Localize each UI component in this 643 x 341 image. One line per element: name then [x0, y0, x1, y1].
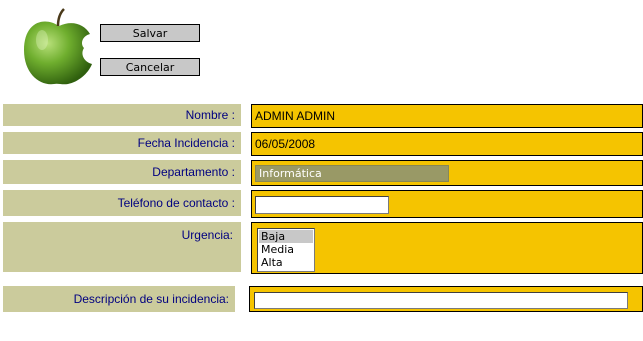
telefono-field: [251, 190, 643, 218]
cancel-button[interactable]: Cancelar: [100, 58, 200, 76]
save-button[interactable]: Salvar: [100, 24, 200, 42]
fecha-label: Fecha Incidencia :: [3, 132, 241, 154]
departamento-label: Departamento :: [3, 160, 241, 184]
telefono-label: Teléfono de contacto :: [3, 190, 241, 216]
descripcion-input[interactable]: [254, 292, 628, 309]
departamento-label-text: Departamento :: [152, 165, 235, 179]
telefono-label-text: Teléfono de contacto :: [117, 196, 235, 210]
descripcion-label-text: Descripción de su incidencia:: [73, 292, 229, 306]
apple-logo-icon: [22, 8, 96, 88]
fecha-value: 06/05/2008: [255, 137, 316, 151]
urgencia-field: Baja Media Alta: [251, 222, 643, 274]
nombre-label: Nombre :: [3, 104, 241, 126]
telefono-input[interactable]: [255, 196, 389, 214]
departamento-select[interactable]: Informática: [255, 165, 449, 182]
nombre-value: ADMIN ADMIN: [255, 109, 336, 123]
nombre-field: ADMIN ADMIN: [251, 104, 643, 128]
descripcion-field: [249, 286, 643, 312]
descripcion-label: Descripción de su incidencia:: [3, 286, 235, 312]
urgencia-option[interactable]: Baja: [259, 230, 313, 243]
fecha-label-text: Fecha Incidencia :: [137, 136, 235, 150]
urgencia-listbox[interactable]: Baja Media Alta: [257, 228, 315, 272]
urgencia-option[interactable]: Media: [259, 243, 313, 256]
nombre-label-text: Nombre :: [185, 108, 235, 122]
urgencia-option[interactable]: Alta: [259, 256, 313, 269]
urgencia-label-text: Urgencia:: [181, 228, 233, 242]
departamento-field: Informática: [251, 160, 643, 186]
urgencia-label: Urgencia:: [3, 222, 241, 272]
fecha-field: 06/05/2008: [251, 132, 643, 156]
